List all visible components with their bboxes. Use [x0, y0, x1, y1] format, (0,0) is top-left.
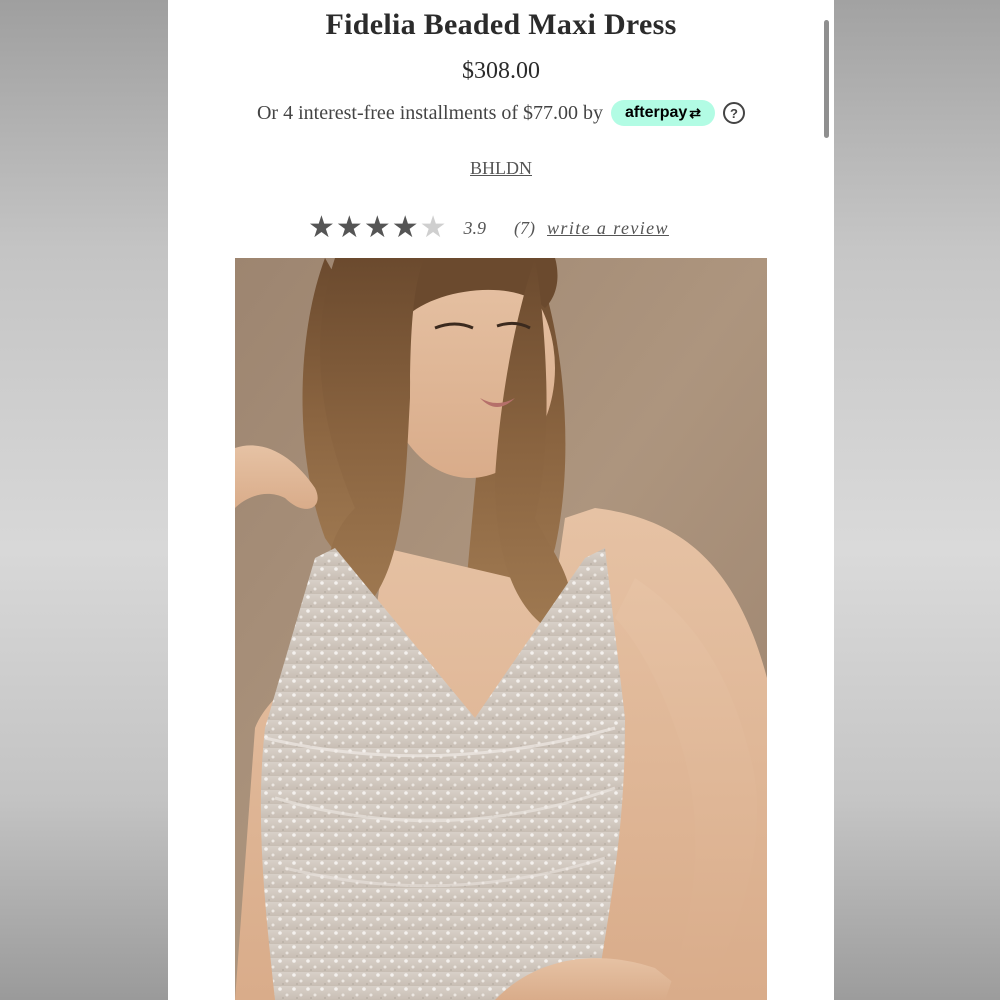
product-page: Fidelia Beaded Maxi Dress $308.00 Or 4 i… [168, 0, 834, 1000]
installments-text: Or 4 interest-free installments of $77.0… [256, 101, 604, 124]
left-backdrop [0, 0, 168, 1000]
product-title: Fidelia Beaded Maxi Dress [325, 8, 677, 41]
brand-link[interactable]: BHLDN [470, 158, 532, 178]
star-filled-icon: ★ [363, 211, 391, 244]
afterpay-badge[interactable]: afterpay ⇄ [611, 100, 715, 126]
star-filled-icon: ★ [335, 211, 363, 244]
star-empty-icon: ★ [419, 211, 447, 244]
afterpay-label: afterpay [625, 104, 688, 121]
afterpay-arrows-icon: ⇄ [689, 104, 701, 121]
star-filled-icon: ★ [308, 211, 335, 244]
right-backdrop [834, 0, 1000, 1000]
product-price: $308.00 [462, 58, 540, 84]
star-filled-icon: ★ [391, 211, 419, 244]
brand-row: BHLDN [168, 158, 834, 179]
write-review-link[interactable]: write a review [547, 218, 669, 239]
rating-row: ★ ★ ★ ★ ★ 3.9 (7) write a review [308, 212, 669, 244]
scrollbar[interactable] [824, 20, 829, 138]
star-rating: ★ ★ ★ ★ ★ [308, 213, 448, 243]
installments-row: Or 4 interest-free installments of $77.0… [168, 98, 834, 128]
product-image[interactable] [235, 258, 767, 1000]
review-count[interactable]: (7) [514, 218, 535, 239]
rating-value: 3.9 [463, 217, 487, 238]
help-icon[interactable]: ? [723, 102, 745, 124]
